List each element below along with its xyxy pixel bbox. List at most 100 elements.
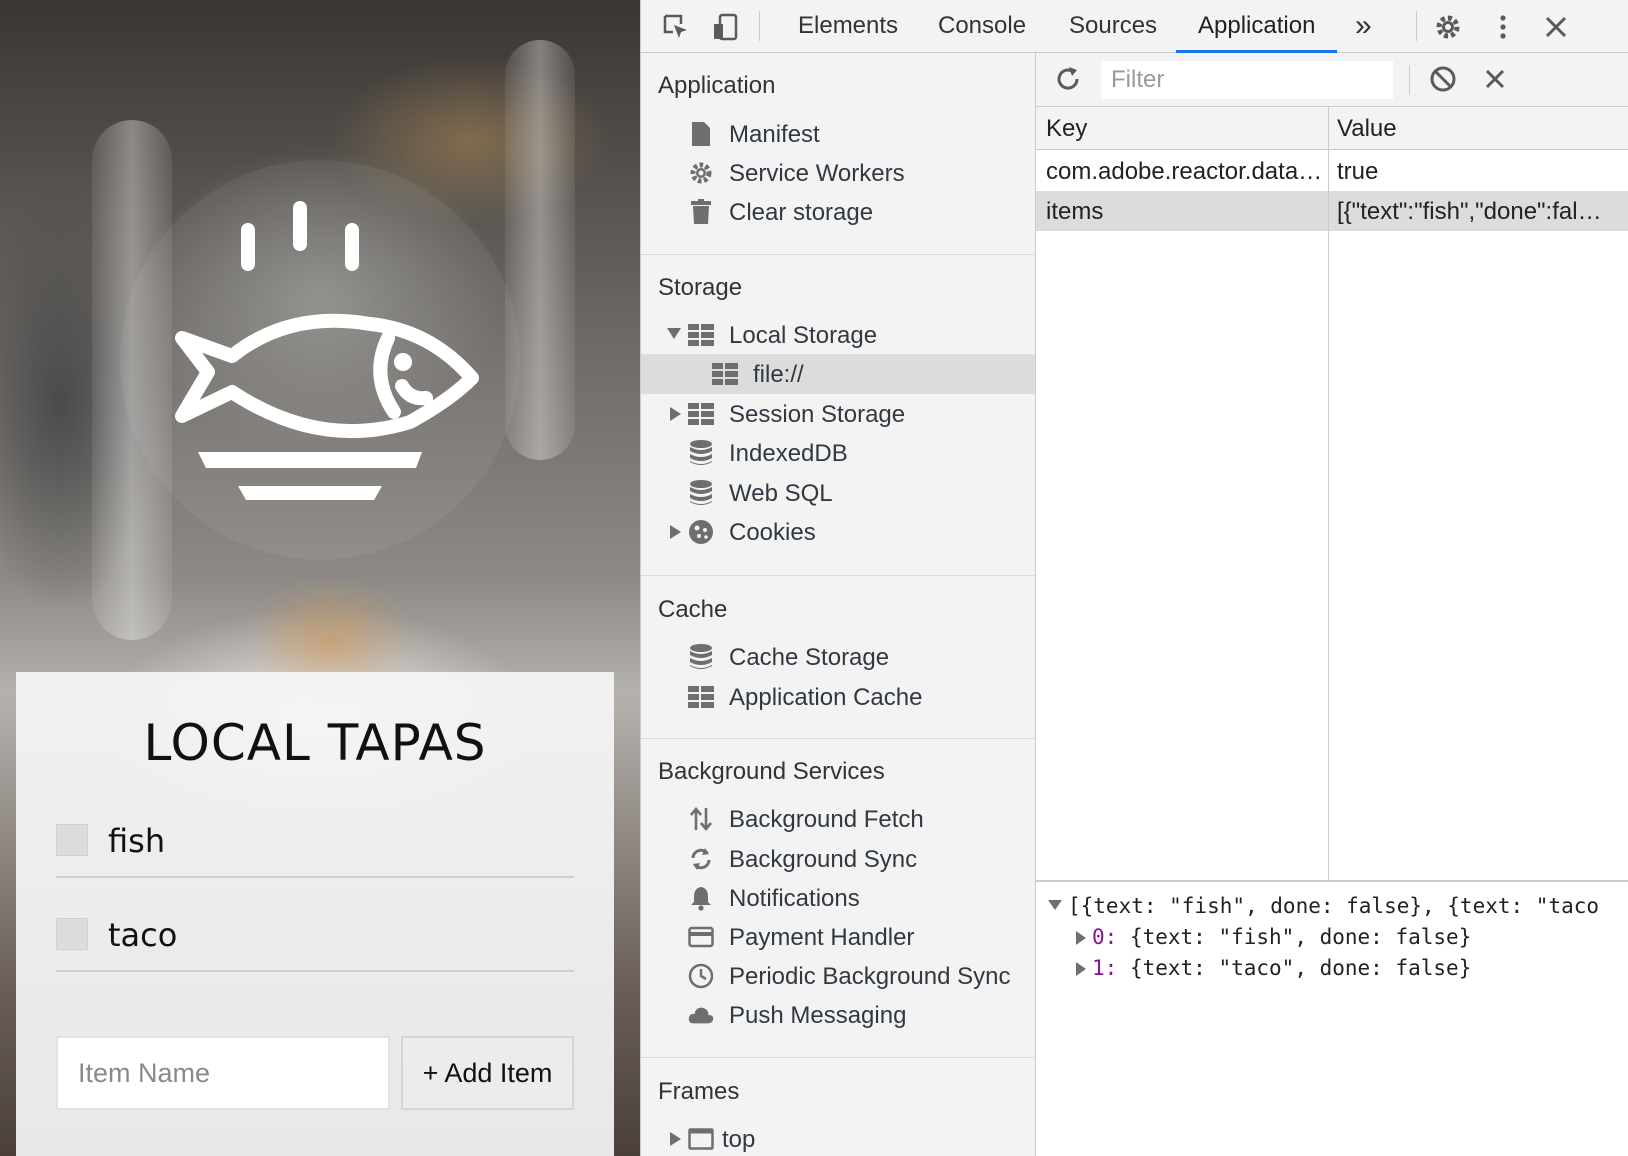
sidebar-item-label: Periodic Background Sync [729,963,1011,990]
tab-elements[interactable]: Elements [776,0,920,53]
sidebar-item-application-cache[interactable]: Application Cache [641,677,1035,717]
sidebar-item-label: Background Fetch [729,806,924,833]
database-icon [688,440,714,466]
sidebar-item-service-workers[interactable]: Service Workers [641,153,1035,193]
column-header-value[interactable]: Value [1337,115,1397,143]
sidebar-item-label: Local Storage [729,322,878,349]
expand-arrow-icon[interactable] [1076,962,1086,976]
sidebar-item-local-storage-file[interactable]: file:// [641,354,1035,394]
table-row[interactable]: items [{"text":"fish","done":fal… [1036,191,1628,231]
row-key: items [1046,198,1104,225]
section-divider [641,575,1035,576]
sidebar-item-label: Background Sync [729,846,918,873]
preview-entry-value: {text: "fish", done: false} [1129,925,1472,949]
sidebar-item-label: Session Storage [729,401,906,428]
expand-arrow-icon[interactable] [670,407,681,421]
table-header: Key Value [1036,107,1628,150]
sidebar-item-label: Manifest [729,121,820,148]
sidebar-item-background-sync[interactable]: Background Sync [641,839,1035,879]
sidebar-item-manifest[interactable]: Manifest [641,114,1035,154]
settings-gear-icon[interactable] [1431,10,1465,44]
column-header-key[interactable]: Key [1046,115,1087,143]
sidebar-item-label: IndexedDB [729,440,848,467]
sidebar-item-cookies[interactable]: Cookies [641,512,1035,552]
section-divider [641,254,1035,255]
expand-arrow-icon[interactable] [1076,931,1086,945]
toolbar-divider [1416,11,1417,41]
sync-icon [688,846,714,872]
toolbar-divider [1409,65,1410,95]
storage-view: Key Value com.adobe.reactor.data… true i… [1036,53,1628,1156]
more-tabs-icon[interactable]: » [1333,0,1394,53]
devtools-toolbar: Elements Console Sources Application » [641,0,1628,53]
preview-entry-index: 0 [1092,925,1105,949]
sidebar-item-label: Cache Storage [729,644,890,671]
row-value: true [1337,158,1379,185]
todo-label: taco [108,916,178,954]
sidebar-item-cache-storage[interactable]: Cache Storage [641,637,1035,677]
expand-arrow-icon[interactable] [670,525,681,539]
value-preview: [{text: "fish", done: false}, {text: "ta… [1036,884,1628,1156]
sidebar-item-label: Cookies [729,519,816,546]
storage-table: Key Value com.adobe.reactor.data… true i… [1036,107,1628,882]
close-devtools-icon[interactable] [1539,10,1573,44]
add-item-button[interactable]: + Add Item [401,1036,574,1110]
todo-card: LOCAL TAPAS fish taco + Add Item [16,672,614,1156]
todo-label: fish [108,822,166,860]
kebab-menu-icon[interactable] [1486,10,1520,44]
row-value: [{"text":"fish","done":fal… [1337,198,1602,225]
todo-checkbox[interactable] [56,918,88,950]
expand-arrow-icon[interactable] [667,328,681,339]
expand-arrow-icon[interactable] [670,1132,681,1146]
filter-input[interactable] [1101,61,1393,99]
clear-all-icon[interactable] [1426,62,1460,96]
table-row[interactable]: com.adobe.reactor.data… true [1036,151,1628,191]
preview-entry-value: {text: "taco", done: false} [1129,956,1472,980]
refresh-icon[interactable] [1051,62,1085,96]
section-title-application: Application [658,72,776,99]
column-divider[interactable] [1328,107,1329,880]
sidebar-item-local-storage[interactable]: Local Storage [641,315,1035,355]
tab-application[interactable]: Application [1176,0,1338,53]
grid-icon [688,684,714,710]
sidebar-item-periodic-background-sync[interactable]: Periodic Background Sync [641,956,1035,996]
toolbar-divider [759,11,760,41]
sidebar-item-background-fetch[interactable]: Background Fetch [641,799,1035,839]
sidebar-item-push-messaging[interactable]: Push Messaging [641,995,1035,1035]
delete-selected-icon[interactable] [1478,62,1512,96]
sidebar-item-frame-top[interactable]: top [641,1119,1035,1156]
clock-icon [688,963,714,989]
sidebar-item-indexeddb[interactable]: IndexedDB [641,433,1035,473]
database-icon [688,480,714,506]
sidebar-item-label: file:// [753,361,804,388]
file-icon [688,121,714,147]
section-divider [641,738,1035,739]
tab-console[interactable]: Console [916,0,1048,53]
sidebar-item-payment-handler[interactable]: Payment Handler [641,917,1035,957]
preview-entry[interactable]: 1: {text: "taco", done: false} [1076,956,1471,980]
item-name-input[interactable] [56,1036,390,1110]
sidebar-item-label: Application Cache [729,684,923,711]
sidebar-item-session-storage[interactable]: Session Storage [641,394,1035,434]
devtools-panel: Elements Console Sources Application » A… [640,0,1628,1156]
tab-sources[interactable]: Sources [1047,0,1179,53]
sidebar-item-notifications[interactable]: Notifications [641,878,1035,918]
sidebar-item-clear-storage[interactable]: Clear storage [641,192,1035,232]
fish-icon [175,201,479,500]
preview-entry[interactable]: 0: {text: "fish", done: false} [1076,925,1471,949]
section-divider [641,1057,1035,1058]
preview-entry-index: 1 [1092,956,1105,980]
sidebar-item-label: Web SQL [729,480,833,507]
todo-checkbox[interactable] [56,824,88,856]
storage-toolbar [1036,53,1628,107]
grid-icon [688,401,714,427]
sidebar-item-label: Notifications [729,885,860,912]
sidebar-item-websql[interactable]: Web SQL [641,473,1035,513]
device-toolbar-icon[interactable] [709,10,743,44]
preview-summary[interactable]: [{text: "fish", done: false}, {text: "ta… [1048,894,1599,918]
app-title: LOCAL TAPAS [143,714,487,772]
inspect-element-icon[interactable] [659,10,693,44]
todo-item: fish [56,784,574,878]
collapse-arrow-icon[interactable] [1048,900,1062,910]
cloud-icon [688,1002,714,1028]
